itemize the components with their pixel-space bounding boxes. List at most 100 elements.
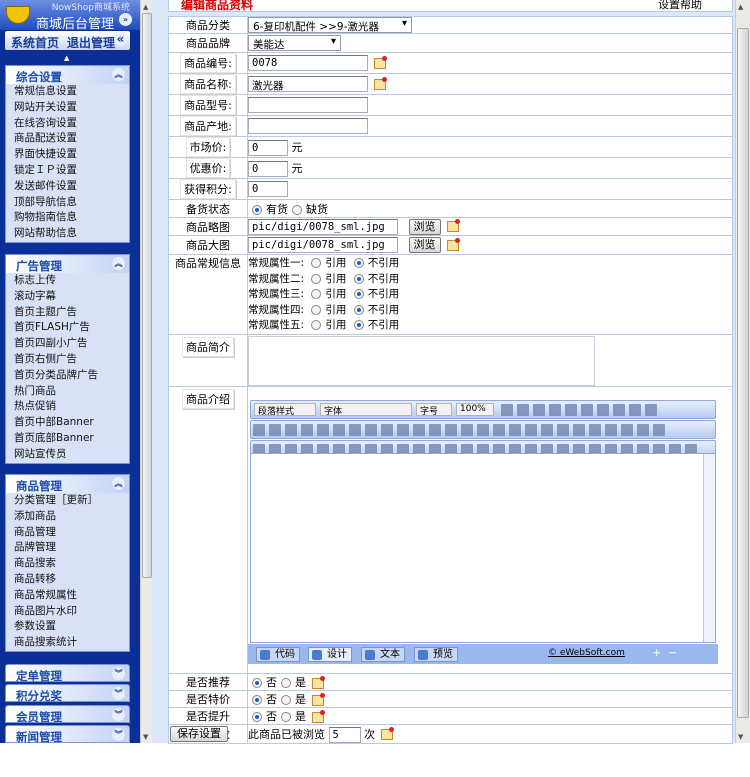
origin-input[interactable] <box>248 118 368 134</box>
attr-use-radio[interactable] <box>311 304 322 315</box>
edit-pin-icon[interactable] <box>446 237 460 251</box>
toolbar-button-icon[interactable] <box>589 424 601 436</box>
menu-item[interactable]: 首页底部Banner <box>6 431 129 447</box>
toolbar-button-icon[interactable] <box>509 424 521 436</box>
tab-home[interactable]: 系统首页 <box>11 34 59 51</box>
menu-item[interactable]: 首页主题广告 <box>6 305 129 321</box>
toolbar-button-icon[interactable] <box>493 424 505 436</box>
menu-item[interactable]: 热门商品 <box>6 384 129 400</box>
attr-not-use-radio[interactable] <box>353 304 364 315</box>
toolbar-button-icon[interactable] <box>644 404 657 416</box>
browse-button[interactable]: 浏览 <box>408 237 441 253</box>
toolbar-button-icon[interactable] <box>301 424 313 436</box>
menu-item[interactable]: 首页右侧广告 <box>6 352 129 368</box>
menu-item[interactable]: 商品转移 <box>6 572 129 588</box>
shrink-icon[interactable]: − <box>668 646 677 659</box>
toolbar-button-icon[interactable] <box>612 404 625 416</box>
toolbar-button-icon[interactable] <box>333 424 345 436</box>
code-input[interactable]: 0078 <box>248 55 368 71</box>
toolbar-button-icon[interactable] <box>637 424 649 436</box>
menu-item[interactable]: 标志上传 <box>6 273 129 289</box>
recommend-no-radio[interactable] <box>252 678 262 688</box>
toolbar-button-icon[interactable] <box>548 404 561 416</box>
menu-group-news[interactable]: 新闻管理 ︾ <box>5 725 130 744</box>
tab-design[interactable]: 设计 <box>308 647 352 662</box>
edit-pin-icon[interactable] <box>374 55 387 69</box>
up-arrow-icon[interactable]: ▲ <box>64 54 69 62</box>
scroll-down-icon[interactable]: ▼ <box>738 733 743 741</box>
font-select[interactable]: 字体 <box>320 403 412 417</box>
bigimg-input[interactable]: pic/digi/0078_sml.jpg <box>248 237 398 253</box>
attr-use-radio[interactable] <box>311 289 322 300</box>
points-input[interactable]: 0 <box>248 181 288 197</box>
toolbar-button-icon[interactable] <box>285 424 297 436</box>
stock-out-radio[interactable] <box>292 204 302 215</box>
tab-code[interactable]: 代码 <box>256 647 300 662</box>
menu-item[interactable]: 分类管理［更新］ <box>6 493 129 509</box>
credit-link[interactable]: © eWebSoft.com <box>548 648 625 658</box>
promote-no-radio[interactable] <box>252 712 262 722</box>
para-style-select[interactable]: 段落样式 <box>254 403 316 417</box>
special-yes-radio[interactable] <box>281 695 291 705</box>
menu-item[interactable]: 商品图片水印 <box>6 604 129 620</box>
chevron-down-icon[interactable]: ︾ <box>112 708 125 721</box>
toolbar-button-icon[interactable] <box>525 424 537 436</box>
menu-item[interactable]: 滚动字幕 <box>6 289 129 305</box>
views-input[interactable]: 5 <box>328 726 361 743</box>
toolbar-button-icon[interactable] <box>580 404 593 416</box>
menu-item[interactable]: 商品配送设置 <box>6 131 129 147</box>
menu-item[interactable]: 商品搜索统计 <box>6 635 129 651</box>
chevron-up-icon[interactable]: ︽ <box>112 477 125 490</box>
collapse-left-icon[interactable]: « <box>114 33 127 46</box>
chevron-up-icon[interactable]: ︽ <box>112 257 125 270</box>
chevron-down-icon[interactable]: ︾ <box>112 687 125 700</box>
toolbar-button-icon[interactable] <box>397 424 409 436</box>
group-title[interactable]: 广告管理 <box>16 258 62 274</box>
scroll-thumb[interactable] <box>142 13 152 578</box>
toolbar-button-icon[interactable] <box>541 424 553 436</box>
attr-use-radio[interactable] <box>311 320 322 331</box>
toolbar-button-icon[interactable] <box>253 424 265 436</box>
market-price-input[interactable]: 0 <box>248 139 288 156</box>
editor-content[interactable] <box>250 453 716 643</box>
scroll-up-icon[interactable]: ▲ <box>143 3 148 11</box>
edit-pin-icon[interactable] <box>312 692 325 706</box>
toolbar-button-icon[interactable] <box>557 424 569 436</box>
group-title[interactable]: 商品管理 <box>16 478 62 494</box>
scroll-down-icon[interactable]: ▼ <box>143 733 148 741</box>
attr-not-use-radio[interactable] <box>353 289 364 300</box>
special-no-radio[interactable] <box>252 695 262 705</box>
toolbar-button-icon[interactable] <box>532 404 545 416</box>
chevron-down-icon[interactable]: ︾ <box>112 728 125 741</box>
menu-item[interactable]: 网站宣传员 <box>6 447 129 463</box>
toolbar-button-icon[interactable] <box>269 424 281 436</box>
menu-item[interactable]: 顶部导航信息 <box>6 195 129 211</box>
sidebar-scrollbar[interactable]: ▲ ▼ <box>140 0 152 743</box>
thumb-input[interactable]: pic/digi/0078_sml.jpg <box>248 218 398 235</box>
menu-item[interactable]: 网站开关设置 <box>6 100 129 116</box>
menu-group-points[interactable]: 积分兑奖 ︾ <box>5 684 130 703</box>
edit-pin-icon[interactable] <box>381 727 394 740</box>
toolbar-button-icon[interactable] <box>445 424 457 436</box>
edit-pin-icon[interactable] <box>446 219 460 232</box>
scroll-thumb[interactable] <box>737 28 749 718</box>
edit-pin-icon[interactable] <box>374 76 387 90</box>
group-title[interactable]: 综合设置 <box>16 69 62 85</box>
menu-item[interactable]: 参数设置 <box>6 619 129 635</box>
tab-logout[interactable]: 退出管理 <box>67 34 115 51</box>
tab-text[interactable]: 文本 <box>361 647 405 662</box>
chevron-down-icon[interactable]: » <box>119 13 132 26</box>
promote-yes-radio[interactable] <box>281 712 291 722</box>
menu-item[interactable]: 热点促销 <box>6 399 129 415</box>
toolbar-button-icon[interactable] <box>564 404 577 416</box>
attr-not-use-radio[interactable] <box>353 273 364 284</box>
summary-textarea[interactable] <box>248 335 595 386</box>
toolbar-button-icon[interactable] <box>349 424 361 436</box>
menu-item[interactable]: 锁定ＩＰ设置 <box>6 163 129 179</box>
attr-use-radio[interactable] <box>311 258 322 268</box>
scroll-up-icon[interactable]: ▲ <box>738 3 743 11</box>
model-input[interactable] <box>248 97 368 113</box>
main-scrollbar[interactable]: ▲ ▼ <box>735 0 750 743</box>
menu-item[interactable]: 首页FLASH广告 <box>6 320 129 336</box>
menu-item[interactable]: 发送邮件设置 <box>6 179 129 195</box>
